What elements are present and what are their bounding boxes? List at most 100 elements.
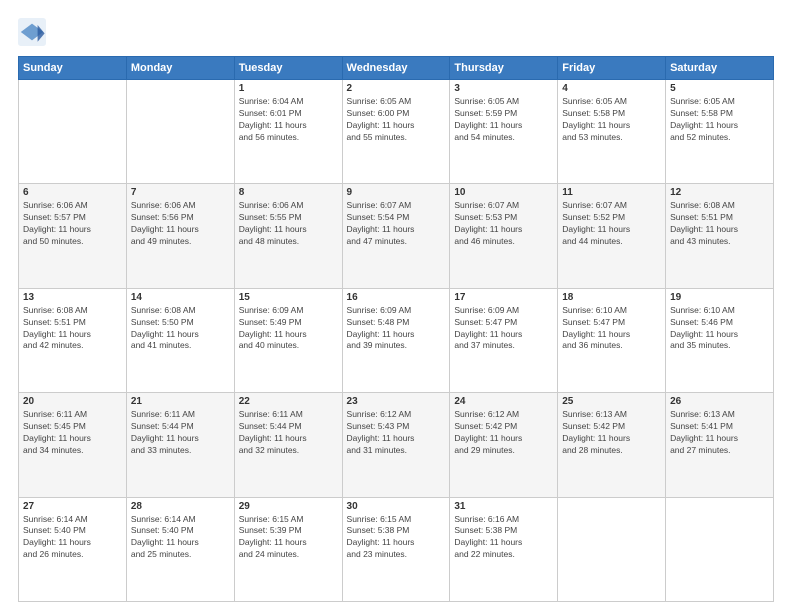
day-info: Sunrise: 6:06 AM Sunset: 5:55 PM Dayligh… [239, 200, 338, 248]
day-number: 20 [23, 396, 122, 407]
day-info: Sunrise: 6:06 AM Sunset: 5:57 PM Dayligh… [23, 200, 122, 248]
day-info: Sunrise: 6:07 AM Sunset: 5:54 PM Dayligh… [347, 200, 446, 248]
calendar-cell: 1 Sunrise: 6:04 AM Sunset: 6:01 PM Daylig… [234, 80, 342, 184]
calendar-cell: 18Sunrise: 6:10 AM Sunset: 5:47 PM Dayli… [558, 288, 666, 392]
day-info: Sunrise: 6:10 AM Sunset: 5:46 PM Dayligh… [670, 305, 769, 353]
day-info: Sunrise: 6:15 AM Sunset: 5:38 PM Dayligh… [347, 514, 446, 562]
weekday-header: Sunday [19, 57, 127, 80]
day-number: 15 [239, 292, 338, 303]
day-info: Sunrise: 6:11 AM Sunset: 5:44 PM Dayligh… [131, 409, 230, 457]
day-number: 27 [23, 501, 122, 512]
calendar-cell: 6 Sunrise: 6:06 AM Sunset: 5:57 PM Daylig… [19, 184, 127, 288]
day-number: 3 [454, 83, 553, 94]
calendar-week-row: 13 Sunrise: 6:08 AM Sunset: 5:51 PM Dayli… [19, 288, 774, 392]
calendar-cell [19, 80, 127, 184]
day-number: 22 [239, 396, 338, 407]
day-info: Sunrise: 6:12 AM Sunset: 5:42 PM Dayligh… [454, 409, 553, 457]
calendar-cell: 13 Sunrise: 6:08 AM Sunset: 5:51 PM Dayli… [19, 288, 127, 392]
day-number: 23 [347, 396, 446, 407]
calendar-cell: 30 Sunrise: 6:15 AM Sunset: 5:38 PM Dayli… [342, 497, 450, 601]
day-number: 19 [670, 292, 769, 303]
day-number: 7 [131, 187, 230, 198]
logo-icon [18, 18, 46, 46]
calendar-cell: 2 Sunrise: 6:05 AM Sunset: 6:00 PM Daylig… [342, 80, 450, 184]
weekday-header: Friday [558, 57, 666, 80]
day-info: Sunrise: 6:09 AM Sunset: 5:47 PM Dayligh… [454, 305, 553, 353]
calendar-cell: 21Sunrise: 6:11 AM Sunset: 5:44 PM Dayli… [126, 393, 234, 497]
day-number: 17 [454, 292, 553, 303]
calendar-cell: 22Sunrise: 6:11 AM Sunset: 5:44 PM Dayli… [234, 393, 342, 497]
calendar-week-row: 1 Sunrise: 6:04 AM Sunset: 6:01 PM Daylig… [19, 80, 774, 184]
day-number: 18 [562, 292, 661, 303]
day-info: Sunrise: 6:15 AM Sunset: 5:39 PM Dayligh… [239, 514, 338, 562]
weekday-header-row: SundayMondayTuesdayWednesdayThursdayFrid… [19, 57, 774, 80]
calendar-cell: 20 Sunrise: 6:11 AM Sunset: 5:45 PM Dayli… [19, 393, 127, 497]
day-info: Sunrise: 6:08 AM Sunset: 5:51 PM Dayligh… [23, 305, 122, 353]
calendar-cell: 10 Sunrise: 6:07 AM Sunset: 5:53 PM Dayli… [450, 184, 558, 288]
calendar-week-row: 20 Sunrise: 6:11 AM Sunset: 5:45 PM Dayli… [19, 393, 774, 497]
day-number: 14 [131, 292, 230, 303]
day-number: 31 [454, 501, 553, 512]
day-info: Sunrise: 6:13 AM Sunset: 5:42 PM Dayligh… [562, 409, 661, 457]
day-number: 5 [670, 83, 769, 94]
day-info: Sunrise: 6:07 AM Sunset: 5:52 PM Dayligh… [562, 200, 661, 248]
day-number: 2 [347, 83, 446, 94]
day-number: 1 [239, 83, 338, 94]
logo [18, 18, 50, 46]
calendar-cell: 8 Sunrise: 6:06 AM Sunset: 5:55 PM Daylig… [234, 184, 342, 288]
weekday-header: Thursday [450, 57, 558, 80]
calendar-cell: 19 Sunrise: 6:10 AM Sunset: 5:46 PM Dayli… [666, 288, 774, 392]
calendar-cell [666, 497, 774, 601]
day-info: Sunrise: 6:06 AM Sunset: 5:56 PM Dayligh… [131, 200, 230, 248]
weekday-header: Saturday [666, 57, 774, 80]
calendar-cell: 4 Sunrise: 6:05 AM Sunset: 5:58 PM Daylig… [558, 80, 666, 184]
day-info: Sunrise: 6:14 AM Sunset: 5:40 PM Dayligh… [131, 514, 230, 562]
day-number: 24 [454, 396, 553, 407]
calendar-cell: 9Sunrise: 6:07 AM Sunset: 5:54 PM Daylig… [342, 184, 450, 288]
day-number: 30 [347, 501, 446, 512]
calendar-week-row: 27 Sunrise: 6:14 AM Sunset: 5:40 PM Dayli… [19, 497, 774, 601]
day-number: 8 [239, 187, 338, 198]
header [18, 18, 774, 46]
calendar-cell: 5Sunrise: 6:05 AM Sunset: 5:58 PM Daylig… [666, 80, 774, 184]
calendar-cell: 16 Sunrise: 6:09 AM Sunset: 5:48 PM Dayli… [342, 288, 450, 392]
day-info: Sunrise: 6:08 AM Sunset: 5:50 PM Dayligh… [131, 305, 230, 353]
day-info: Sunrise: 6:08 AM Sunset: 5:51 PM Dayligh… [670, 200, 769, 248]
day-number: 26 [670, 396, 769, 407]
day-info: Sunrise: 6:07 AM Sunset: 5:53 PM Dayligh… [454, 200, 553, 248]
page: SundayMondayTuesdayWednesdayThursdayFrid… [0, 0, 792, 612]
calendar-cell: 24 Sunrise: 6:12 AM Sunset: 5:42 PM Dayli… [450, 393, 558, 497]
day-info: Sunrise: 6:13 AM Sunset: 5:41 PM Dayligh… [670, 409, 769, 457]
day-number: 28 [131, 501, 230, 512]
day-number: 6 [23, 187, 122, 198]
calendar-cell [126, 80, 234, 184]
weekday-header: Wednesday [342, 57, 450, 80]
day-number: 13 [23, 292, 122, 303]
day-info: Sunrise: 6:05 AM Sunset: 5:58 PM Dayligh… [562, 96, 661, 144]
day-number: 12 [670, 187, 769, 198]
day-info: Sunrise: 6:04 AM Sunset: 6:01 PM Dayligh… [239, 96, 338, 144]
calendar-cell: 28 Sunrise: 6:14 AM Sunset: 5:40 PM Dayli… [126, 497, 234, 601]
day-info: Sunrise: 6:05 AM Sunset: 6:00 PM Dayligh… [347, 96, 446, 144]
calendar-cell: 7 Sunrise: 6:06 AM Sunset: 5:56 PM Daylig… [126, 184, 234, 288]
day-number: 29 [239, 501, 338, 512]
day-info: Sunrise: 6:16 AM Sunset: 5:38 PM Dayligh… [454, 514, 553, 562]
day-number: 10 [454, 187, 553, 198]
calendar-cell: 12 Sunrise: 6:08 AM Sunset: 5:51 PM Dayli… [666, 184, 774, 288]
calendar-table: SundayMondayTuesdayWednesdayThursdayFrid… [18, 56, 774, 602]
day-number: 16 [347, 292, 446, 303]
calendar-week-row: 6 Sunrise: 6:06 AM Sunset: 5:57 PM Daylig… [19, 184, 774, 288]
calendar-cell: 23Sunrise: 6:12 AM Sunset: 5:43 PM Dayli… [342, 393, 450, 497]
day-info: Sunrise: 6:11 AM Sunset: 5:45 PM Dayligh… [23, 409, 122, 457]
calendar-cell: 15 Sunrise: 6:09 AM Sunset: 5:49 PM Dayli… [234, 288, 342, 392]
calendar-cell: 14 Sunrise: 6:08 AM Sunset: 5:50 PM Dayli… [126, 288, 234, 392]
day-info: Sunrise: 6:14 AM Sunset: 5:40 PM Dayligh… [23, 514, 122, 562]
calendar-cell [558, 497, 666, 601]
day-info: Sunrise: 6:09 AM Sunset: 5:49 PM Dayligh… [239, 305, 338, 353]
day-number: 25 [562, 396, 661, 407]
calendar-cell: 27 Sunrise: 6:14 AM Sunset: 5:40 PM Dayli… [19, 497, 127, 601]
day-number: 4 [562, 83, 661, 94]
day-info: Sunrise: 6:09 AM Sunset: 5:48 PM Dayligh… [347, 305, 446, 353]
weekday-header: Monday [126, 57, 234, 80]
calendar-cell: 26 Sunrise: 6:13 AM Sunset: 5:41 PM Dayli… [666, 393, 774, 497]
